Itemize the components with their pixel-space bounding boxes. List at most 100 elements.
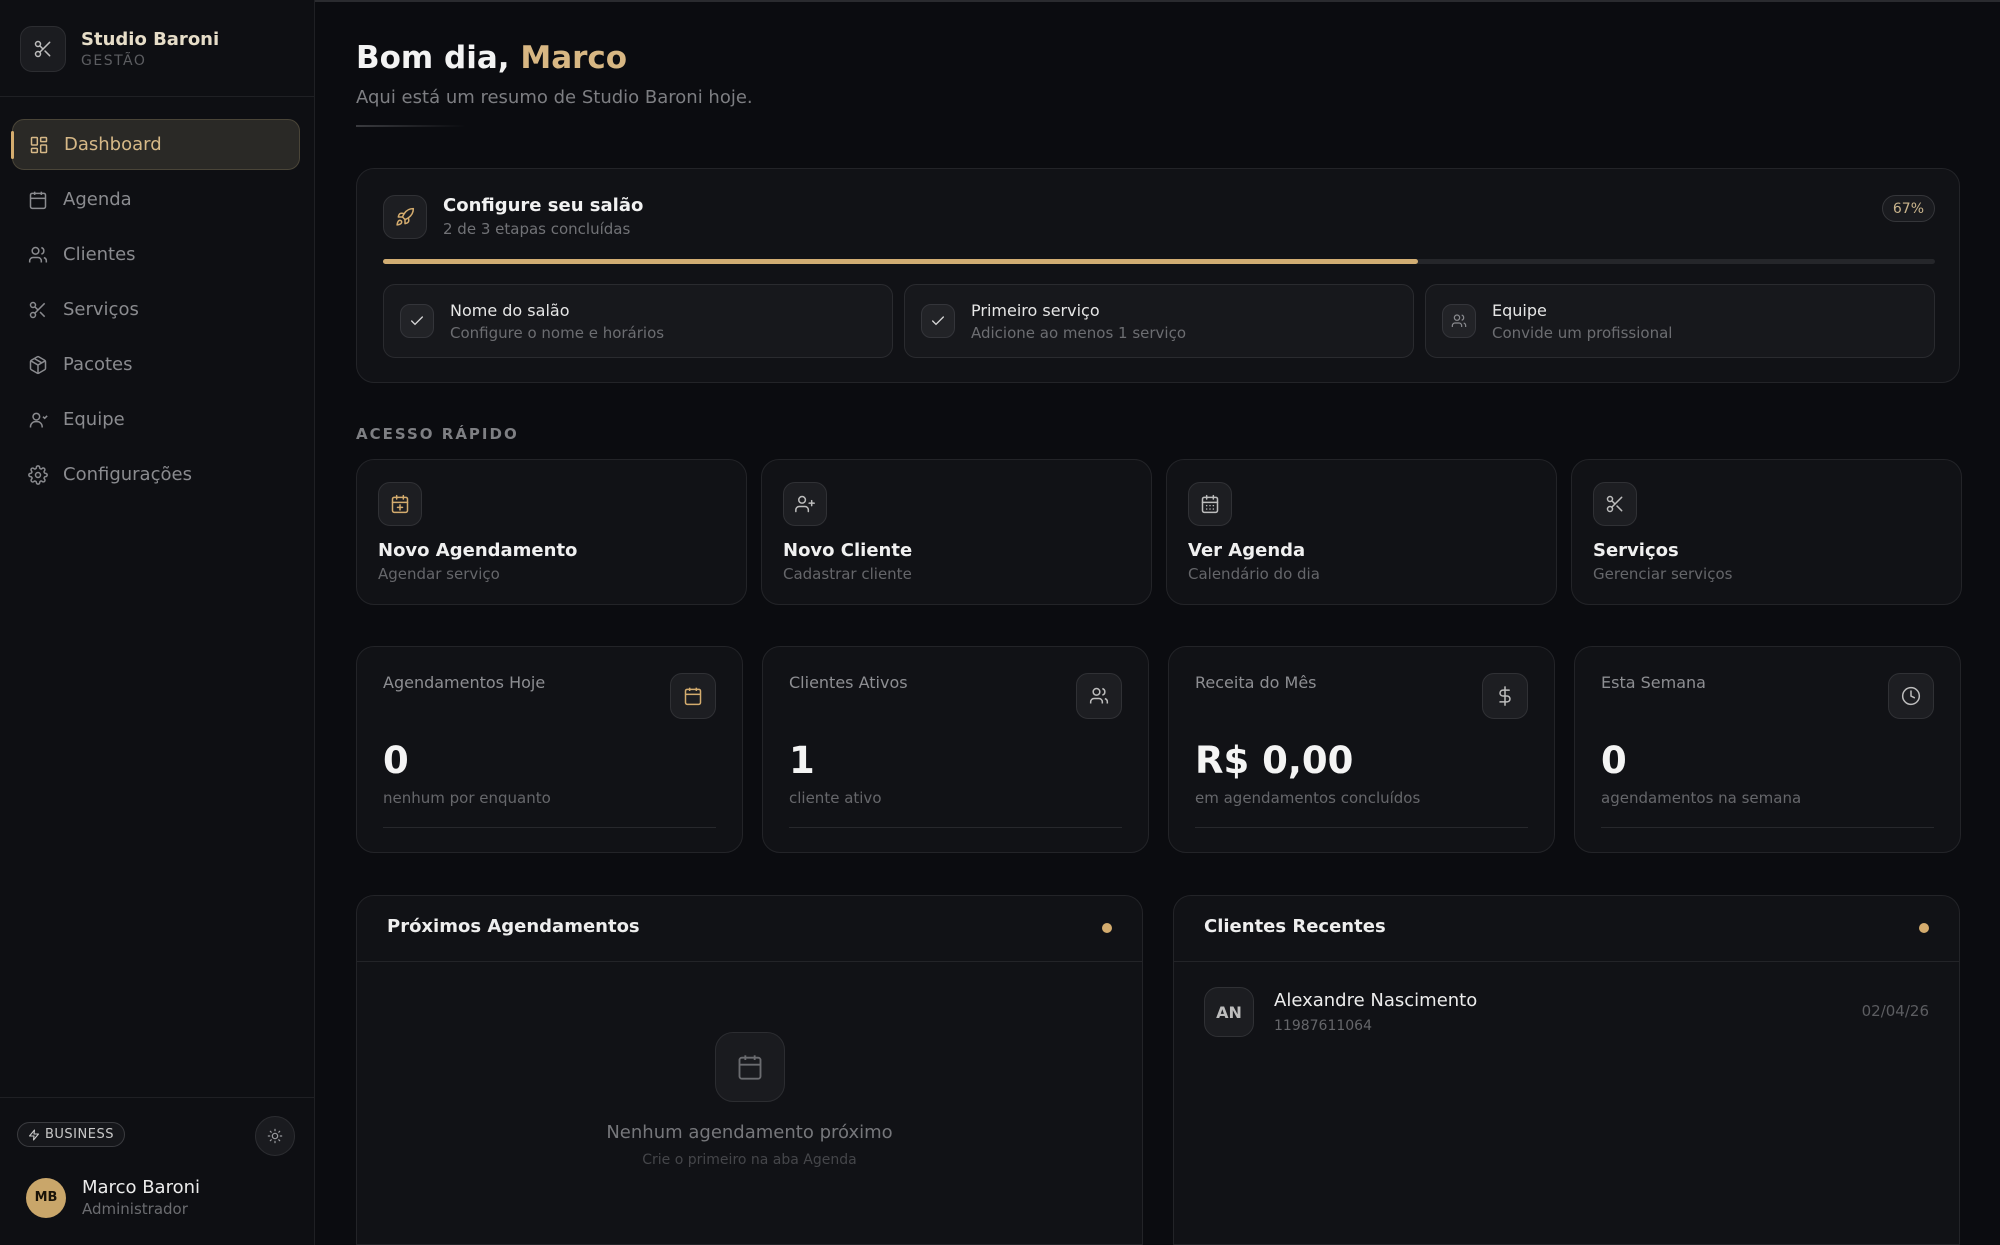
package-icon	[29, 355, 47, 374]
quick-servicos[interactable]: Serviços Gerenciar serviços	[1571, 459, 1962, 605]
empty-state-title: Nenhum agendamento próximo	[606, 1122, 893, 1143]
list-item[interactable]: AN Alexandre Nascimento 11987611064 02/0…	[1204, 984, 1929, 1040]
calendar-grid-icon	[1188, 482, 1232, 526]
status-dot	[1919, 923, 1929, 933]
recent-clients-panel: Clientes Recentes AN Alexandre Nasciment…	[1173, 895, 1960, 1245]
sidebar-item-label: Agenda	[63, 189, 132, 210]
sidebar-item-configuracoes[interactable]: Configurações	[12, 449, 300, 500]
brand-name: Studio Baroni	[81, 29, 220, 50]
avatar: MB	[26, 1177, 66, 1218]
upcoming-appointments-panel: Próximos Agendamentos Nenhum agendamento…	[356, 895, 1143, 1245]
client-date: 02/04/26	[1861, 1002, 1929, 1020]
setup-steps: Nome do salão Configure o nome e horário…	[383, 284, 1935, 358]
user-icon	[29, 412, 48, 427]
sidebar-item-equipe[interactable]: Equipe	[12, 394, 300, 445]
users-icon	[28, 246, 48, 262]
panel-title: Clientes Recentes	[1204, 916, 1386, 937]
stat-label: Receita do Mês	[1195, 673, 1317, 692]
sidebar-item-pacotes[interactable]: Pacotes	[12, 339, 300, 390]
brand[interactable]: Studio Baroni GESTÃO	[20, 26, 219, 72]
sidebar-item-label: Serviços	[63, 299, 139, 320]
user-plus-icon	[783, 482, 827, 526]
check-icon	[400, 304, 434, 338]
setup-card: Configure seu salão 2 de 3 etapas conclu…	[356, 168, 1960, 383]
plan-badge: BUSINESS	[17, 1122, 125, 1147]
quick-access-label: ACESSO RÁPIDO	[356, 425, 519, 443]
rocket-icon	[383, 195, 427, 239]
sidebar-item-label: Clientes	[63, 244, 136, 265]
stat-label: Agendamentos Hoje	[383, 673, 546, 692]
setup-step-equipe[interactable]: Equipe Convide um profissional	[1425, 284, 1935, 358]
client-phone: 11987611064	[1274, 1018, 1372, 1034]
sidebar: Studio Baroni GESTÃO Dashboard Agenda Cl…	[0, 0, 315, 1245]
dollar-icon	[1482, 673, 1528, 719]
sidebar-item-label: Equipe	[63, 409, 125, 430]
brand-subtitle: GESTÃO	[81, 53, 147, 69]
setup-progress-bar	[383, 259, 1935, 264]
page-title: Bom dia, Marco	[356, 40, 627, 76]
panel-title: Próximos Agendamentos	[387, 916, 640, 937]
sidebar-item-agenda[interactable]: Agenda	[12, 174, 300, 225]
step-title: Nome do salão	[450, 300, 570, 320]
sidebar-item-clientes[interactable]: Clientes	[12, 229, 300, 280]
setup-step-servico[interactable]: Primeiro serviço Adicione ao menos 1 ser…	[904, 284, 1414, 358]
stat-subtitle: agendamentos na semana	[1601, 789, 1802, 807]
panel-header: Clientes Recentes	[1174, 896, 1959, 962]
page-subtitle: Aqui está um resumo de Studio Baroni hoj…	[356, 87, 753, 108]
stat-subtitle: em agendamentos concluídos	[1195, 789, 1421, 807]
stat-clientes-ativos: Clientes Ativos 1 cliente ativo	[762, 646, 1149, 853]
status-dot	[1102, 923, 1112, 933]
scissors-icon	[1593, 482, 1637, 526]
scissors-icon	[29, 301, 46, 318]
sidebar-footer-divider	[0, 1097, 315, 1098]
setup-subtitle: 2 de 3 etapas concluídas	[443, 220, 631, 238]
setup-title: Configure seu salão	[443, 195, 644, 216]
user-role: Administrador	[82, 1200, 188, 1218]
theme-toggle-button[interactable]	[255, 1116, 295, 1156]
sidebar-item-label: Dashboard	[64, 134, 162, 155]
title-underline	[356, 125, 466, 127]
sun-icon	[267, 1128, 283, 1144]
stat-label: Clientes Ativos	[789, 673, 908, 692]
quick-novo-cliente[interactable]: Novo Cliente Cadastrar cliente	[761, 459, 1152, 605]
empty-state-subtitle: Crie o primeiro na aba Agenda	[642, 1152, 857, 1168]
plan-label: BUSINESS	[45, 1127, 114, 1142]
stat-divider	[1195, 827, 1528, 828]
setup-step-nome[interactable]: Nome do salão Configure o nome e horário…	[383, 284, 893, 358]
calendar-icon	[29, 191, 47, 209]
stat-receita-mes: Receita do Mês R$ 0,00 em agendamentos c…	[1168, 646, 1555, 853]
calendar-icon	[670, 673, 716, 719]
gear-icon	[28, 464, 48, 485]
step-subtitle: Configure o nome e horários	[450, 323, 665, 342]
sidebar-item-dashboard[interactable]: Dashboard	[11, 119, 300, 170]
quick-title: Novo Cliente	[783, 540, 913, 561]
progress-fill	[383, 259, 1419, 264]
stat-divider	[383, 827, 716, 828]
stat-subtitle: cliente ativo	[789, 789, 882, 807]
users-icon	[1442, 304, 1476, 338]
grid-icon	[30, 136, 48, 153]
progress-percent-badge: 67%	[1881, 195, 1935, 222]
stat-value: 0	[1601, 739, 1627, 782]
quick-ver-agenda[interactable]: Ver Agenda Calendário do dia	[1166, 459, 1557, 605]
check-icon	[921, 304, 955, 338]
scissors-icon	[20, 26, 66, 72]
users-icon	[1076, 673, 1122, 719]
avatar: AN	[1204, 987, 1254, 1037]
panel-header: Próximos Agendamentos	[357, 896, 1142, 962]
stat-divider	[1601, 827, 1934, 828]
sidebar-item-servicos[interactable]: Serviços	[12, 284, 300, 335]
step-title: Primeiro serviço	[971, 300, 1100, 320]
quick-title: Ver Agenda	[1188, 540, 1306, 561]
quick-subtitle: Agendar serviço	[378, 565, 500, 583]
stat-esta-semana: Esta Semana 0 agendamentos na semana	[1574, 646, 1961, 853]
quick-subtitle: Gerenciar serviços	[1593, 565, 1733, 583]
client-name: Alexandre Nascimento	[1274, 990, 1478, 1011]
quick-novo-agendamento[interactable]: Novo Agendamento Agendar serviço	[356, 459, 747, 605]
calendar-plus-icon	[378, 482, 422, 526]
stat-label: Esta Semana	[1601, 673, 1706, 692]
user-profile[interactable]: MB Marco Baroni Administrador	[26, 1177, 200, 1218]
greeting-name: Marco	[520, 40, 628, 76]
step-title: Equipe	[1492, 300, 1547, 320]
stat-subtitle: nenhum por enquanto	[383, 789, 551, 807]
